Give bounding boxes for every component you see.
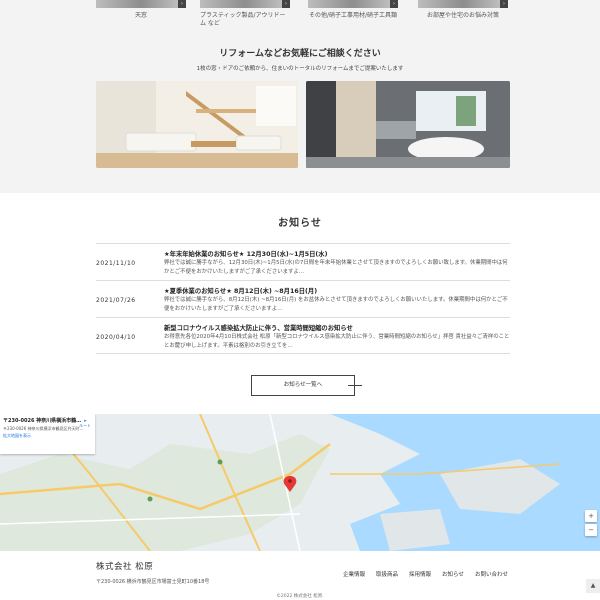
- living-room-photo: [96, 81, 298, 168]
- category-label: プラスティック製品/アウリドーム など: [200, 12, 286, 28]
- arrow-line-icon: [348, 385, 362, 386]
- news-item[interactable]: 2021/11/10 ★年末年始休業のお知らせ★ 12月30日(水)~1月5日(…: [96, 243, 510, 280]
- news-headline[interactable]: ★夏季休業のお知らせ★ 8月12日(木) ~8月16日(月): [164, 286, 317, 295]
- footer-nav-contact[interactable]: お問い合わせ: [475, 570, 508, 578]
- news-date: 2020/04/10: [96, 334, 136, 341]
- category-card-others[interactable]: › その他/硝子工事用材/硝子工具類: [308, 0, 398, 20]
- arrow-icon: ›: [178, 0, 186, 8]
- news-excerpt: 弊社では誠に勝手ながら、8月12日(木) ~8月16日(月) をお盆休みとさせて…: [164, 297, 508, 312]
- category-card-plastic[interactable]: › プラスティック製品/アウリドーム など: [200, 0, 290, 28]
- reform-title: リフォームなどお気軽にご相談ください: [219, 49, 381, 59]
- news-excerpt: お得意先各位2020年4月10日株式会社 松原「新型コロナウイルス感染拡大防止に…: [164, 334, 510, 349]
- news-excerpt: 弊社では誠に勝手ながら、12月30日(木)~1月5日(水)の7日間を年末年始休業…: [164, 260, 508, 275]
- category-label: その他/硝子工事用材/硝子工具類: [308, 12, 398, 19]
- reform-section: リフォームなどお気軽にご相談ください 1枚の窓・ドアのご依頼から、住まいのトータ…: [0, 36, 600, 193]
- map-enlarge-link[interactable]: 拡大地図を表示: [3, 433, 92, 439]
- category-strip: › 天窓 › プラスティック製品/アウリドーム など › その他/硝子工事用材/…: [0, 0, 600, 36]
- category-thumbnail: [418, 0, 508, 8]
- news-item[interactable]: 2020/04/10 新型コロナウイルス感染拡大防止に伴う、営業時間短縮のお知ら…: [96, 317, 510, 354]
- news-item[interactable]: 2021/07/26 ★夏季休業のお知らせ★ 8月12日(木) ~8月16日(月…: [96, 280, 510, 317]
- copyright: ©2022 株式会社 松原.: [276, 594, 324, 599]
- reform-subtitle: 1枚の窓・ドアのご依頼から、住まいのトータルのリフォームまでご提案いたします: [196, 66, 404, 72]
- arrow-icon: ›: [500, 0, 508, 8]
- category-card-skylight[interactable]: › 天窓: [96, 0, 186, 20]
- map-route-label: ルート: [79, 423, 91, 428]
- footer-nav-news[interactable]: お知らせ: [442, 570, 464, 578]
- category-thumbnail: [308, 0, 398, 8]
- footer-nav-company[interactable]: 企業情報: [343, 570, 365, 578]
- news-title: お知らせ: [278, 218, 322, 229]
- news-more-label: お知らせ一覧へ: [283, 382, 323, 388]
- google-map[interactable]: 〒230-0026 神奈川県横浜市鶴… 〒230-0026 神奈川県横浜市鶴見区…: [0, 414, 600, 551]
- arrow-icon: ›: [390, 0, 398, 8]
- map-zoom-out-button[interactable]: −: [585, 524, 597, 536]
- scroll-top-button[interactable]: ▲: [586, 579, 600, 593]
- bathroom-photo: [306, 81, 510, 168]
- news-headline[interactable]: 新型コロナウイルス感染拡大防止に伴う、営業時間短縮のお知らせ: [164, 323, 353, 332]
- arrow-icon: ›: [282, 0, 290, 8]
- site-footer: 株式会社 松原 〒230-0026 横浜市鶴見区市場富士見町10番18号 企業情…: [0, 551, 600, 600]
- footer-nav-recruit[interactable]: 採用情報: [409, 570, 431, 578]
- news-list: 2021/11/10 ★年末年始休業のお知らせ★ 12月30日(水)~1月5日(…: [96, 243, 510, 354]
- news-date: 2021/11/10: [96, 260, 136, 267]
- map-zoom-in-button[interactable]: +: [585, 510, 597, 522]
- company-name: 株式会社 松原: [96, 562, 154, 572]
- category-label: お部屋や住宅のお悩み対策: [426, 12, 499, 19]
- footer-nav-products[interactable]: 取扱商品: [376, 570, 398, 578]
- company-address: 〒230-0026 横浜市鶴見区市場富士見町10番18号: [96, 579, 210, 585]
- map-route-button[interactable]: ➤ ルート: [79, 418, 91, 429]
- category-thumbnail: [96, 0, 186, 8]
- map-info-card: 〒230-0026 神奈川県横浜市鶴… 〒230-0026 神奈川県横浜市鶴見区…: [0, 414, 95, 454]
- category-thumbnail: [200, 0, 290, 8]
- category-label: 天窓: [134, 12, 147, 19]
- news-date: 2021/07/26: [96, 297, 136, 304]
- news-headline[interactable]: ★年末年始休業のお知らせ★ 12月30日(水)~1月5日(水): [164, 249, 327, 258]
- category-card-troubles[interactable]: › お部屋や住宅のお悩み対策: [418, 0, 508, 20]
- news-more-button[interactable]: お知らせ一覧へ: [251, 375, 362, 396]
